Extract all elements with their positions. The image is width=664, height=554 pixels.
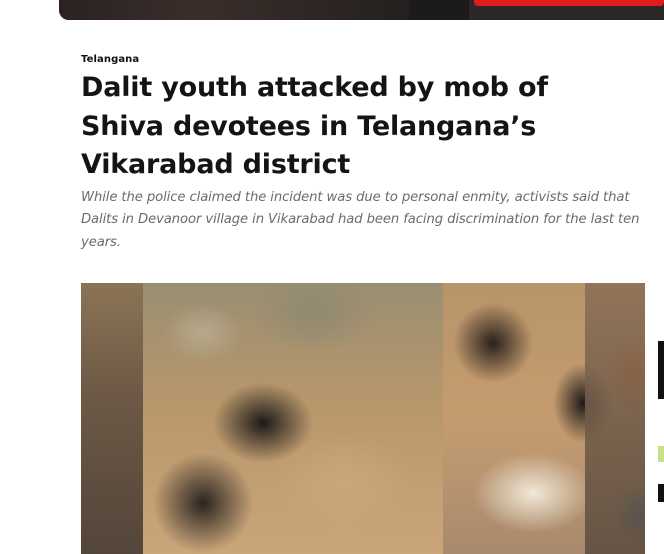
- hero-photo-crowd: [143, 283, 443, 554]
- article-hero-image[interactable]: [81, 283, 645, 554]
- banner-cta-button[interactable]: [474, 0, 664, 6]
- sidebar-edge-block: [658, 341, 664, 399]
- hero-image-blur-left: [81, 283, 143, 554]
- banner-image: [59, 0, 409, 20]
- sidebar-edge-accent: [658, 446, 664, 462]
- article-headline: Dalit youth attacked by mob of Shiva dev…: [81, 72, 548, 180]
- sidebar-edge-block-2: [658, 484, 664, 502]
- article-category-link[interactable]: Telangana: [81, 54, 651, 65]
- article-header: Telangana Dalit youth attacked by mob of…: [81, 54, 651, 254]
- hero-image-blur-right: [585, 283, 645, 554]
- article-subheadline: While the police claimed the incident wa…: [81, 189, 640, 250]
- top-ad-banner[interactable]: [59, 0, 664, 20]
